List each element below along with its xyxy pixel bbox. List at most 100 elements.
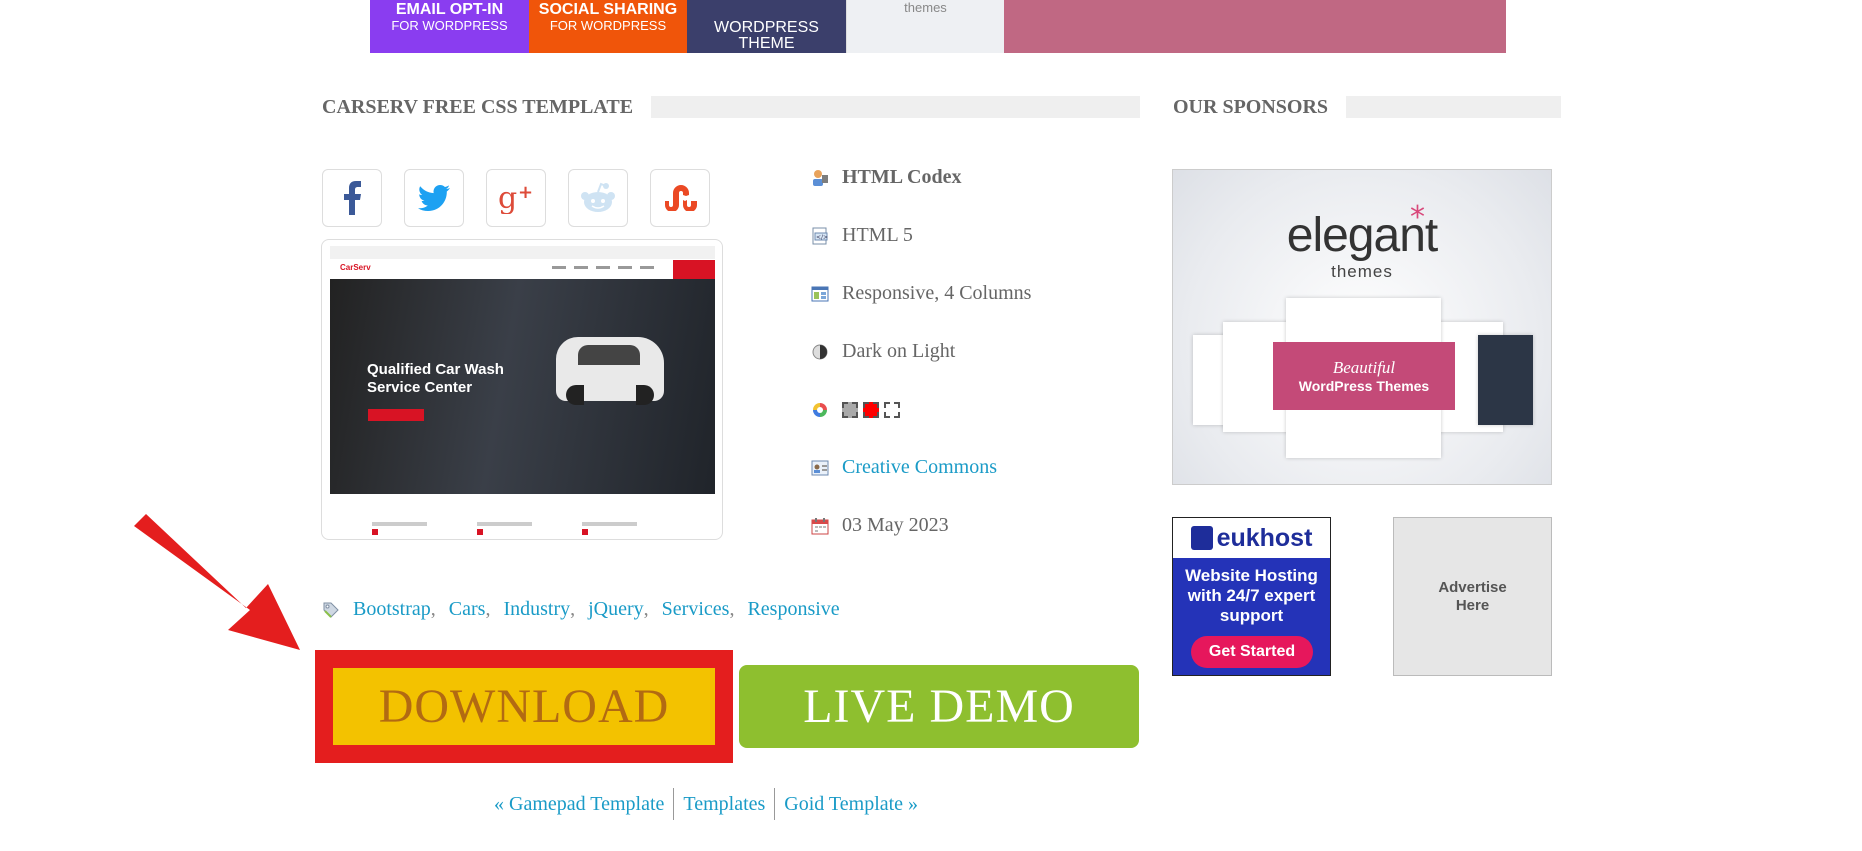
prev-template-link[interactable]: « Gamepad Template <box>494 789 673 819</box>
elegant-ribbon: Beautiful WordPress Themes <box>1273 342 1455 410</box>
svg-text:</>: </> <box>816 234 828 241</box>
preview-hero: Qualified Car Wash Service Center <box>330 279 715 494</box>
eukhost-logo: eukhost <box>1173 518 1330 558</box>
top-banner: EMAIL OPT-IN FOR WORDPRESS SOCIAL SHARIN… <box>370 0 1506 53</box>
eukhost-tagline: Website Hosting with 24/7 expert support <box>1173 566 1330 626</box>
info-html-version: </> HTML 5 <box>811 224 913 247</box>
svg-text:g: g <box>498 182 517 214</box>
tag-link[interactable]: Bootstrap <box>353 598 431 621</box>
info-date: 03 May 2023 <box>811 514 949 537</box>
banner-ad-subtitle: FOR WORDPRESS <box>391 18 508 33</box>
banner-ad-pink[interactable] <box>1004 0 1506 53</box>
google-plus-share-button[interactable]: g + <box>486 169 546 227</box>
download-highlight-box: DOWNLOAD <box>315 650 733 763</box>
tag-link[interactable]: Responsive <box>747 598 839 621</box>
banner-ad-title: SOCIAL SHARING <box>538 1 678 18</box>
sponsors-title: OUR SPONSORS <box>1173 95 1329 118</box>
tag-link[interactable]: Cars <box>449 598 486 621</box>
facebook-share-button[interactable] <box>322 169 382 227</box>
sponsor-elegant-themes[interactable]: elegant * themes Beautiful WordPress The… <box>1172 169 1552 485</box>
sponsor-eukhost[interactable]: eukhost Website Hosting with 24/7 expert… <box>1172 517 1331 676</box>
banner-ad-email-optin[interactable]: EMAIL OPT-IN FOR WORDPRESS <box>370 0 529 53</box>
google-plus-icon: g + <box>498 182 533 214</box>
preview-hero-line: Qualified Car Wash <box>367 361 504 378</box>
tag-link[interactable]: Industry <box>503 598 570 621</box>
sponsors-heading-row: OUR SPONSORS <box>1173 95 1561 119</box>
banner-ad-title: themes <box>904 0 947 15</box>
tagline-line: with 24/7 expert <box>1187 586 1316 605</box>
template-preview-image[interactable]: CarServ Qualified Car Wash Service Cente… <box>321 239 723 540</box>
live-demo-button[interactable]: LIVE DEMO <box>739 665 1139 748</box>
facebook-icon <box>344 181 361 215</box>
tag-separator: , <box>643 598 649 620</box>
contrast-icon <box>811 343 829 361</box>
preview-features <box>372 522 637 526</box>
preview-logo: CarServ <box>340 263 371 272</box>
reddit-share-button[interactable] <box>568 169 628 227</box>
preview-quote-button <box>673 260 715 279</box>
eukhost-logo-text: eukhost <box>1216 523 1313 552</box>
arrow-annotation-icon <box>134 514 300 650</box>
license-link[interactable]: Creative Commons <box>842 456 997 479</box>
template-pager: « Gamepad Template Templates Goid Templa… <box>494 788 927 820</box>
license-icon <box>811 459 829 477</box>
twitter-icon <box>418 185 450 211</box>
template-tags: Bootstrap, Cars, Industry, jQuery, Servi… <box>322 598 840 621</box>
ribbon-line: Beautiful <box>1332 358 1396 377</box>
template-heading-row: CARSERV FREE CSS TEMPLATE <box>322 95 1140 119</box>
elegant-logo-sub: themes <box>1331 262 1393 281</box>
date-value: 03 May 2023 <box>842 514 949 536</box>
svg-text:+: + <box>518 182 533 203</box>
banner-ad-wordpress-theme[interactable]: WORDPRESS THEME <box>687 0 846 53</box>
banner-ad-social-sharing[interactable]: SOCIAL SHARING FOR WORDPRESS <box>529 0 687 53</box>
next-template-link[interactable]: Goid Template » <box>775 789 927 819</box>
banner-ad-title: EMAIL OPT-IN <box>395 1 504 18</box>
banner-ad-title: WORDPRESS THEME <box>714 19 819 52</box>
info-license: Creative Commons <box>811 456 997 479</box>
preview-topbar <box>330 246 715 259</box>
share-buttons: g + <box>322 169 710 227</box>
heading-divider <box>651 96 1140 118</box>
mockup-page <box>1478 335 1533 425</box>
preview-navbar: CarServ <box>330 260 715 280</box>
color-swatch <box>884 402 900 419</box>
advertise-line: Advertise <box>1438 578 1507 596</box>
author-name: HTML Codex <box>842 166 962 188</box>
preview-hero-title: Qualified Car Wash Service Center <box>367 361 504 397</box>
templates-index-link[interactable]: Templates <box>674 789 774 819</box>
color-wheel-icon <box>811 401 829 419</box>
preview-hero-button <box>368 409 424 421</box>
info-colors <box>811 398 905 421</box>
tag-separator: , <box>430 598 436 620</box>
color-swatch <box>842 402 858 419</box>
reddit-icon <box>581 182 615 212</box>
eukhost-get-started-button[interactable]: Get Started <box>1191 636 1313 668</box>
info-author: HTML Codex <box>811 166 961 189</box>
tag-link[interactable]: jQuery <box>588 598 644 621</box>
info-color-scheme: Dark on Light <box>811 340 955 363</box>
tag-separator: , <box>729 598 735 620</box>
heading-divider <box>1346 96 1561 118</box>
elegant-star-icon: * <box>1410 200 1425 235</box>
elegant-logo-text: elegant <box>1286 209 1438 262</box>
eukhost-mark-icon <box>1190 526 1213 550</box>
advertise-here-box[interactable]: Advertise Here <box>1393 517 1552 676</box>
tag-icon <box>323 602 339 618</box>
download-button[interactable]: DOWNLOAD <box>333 668 715 745</box>
banner-ad-themes[interactable]: themes <box>846 0 1004 53</box>
ribbon-line: WordPress Themes <box>1298 378 1430 394</box>
info-layout: Responsive, 4 Columns <box>811 282 1031 305</box>
tag-link[interactable]: Services <box>662 598 730 621</box>
car-image <box>556 337 664 405</box>
template-title: CARSERV FREE CSS TEMPLATE <box>322 95 634 118</box>
author-icon <box>811 169 829 187</box>
html-file-icon: </> <box>811 227 829 245</box>
color-swatch <box>863 402 879 419</box>
advertise-line: Here <box>1455 596 1490 614</box>
twitter-share-button[interactable] <box>404 169 464 227</box>
preview-nav-links <box>552 266 654 269</box>
stumbleupon-icon <box>665 185 697 211</box>
calendar-icon <box>811 517 829 535</box>
tagline-line: Website Hosting <box>1185 566 1318 585</box>
stumbleupon-share-button[interactable] <box>650 169 710 227</box>
